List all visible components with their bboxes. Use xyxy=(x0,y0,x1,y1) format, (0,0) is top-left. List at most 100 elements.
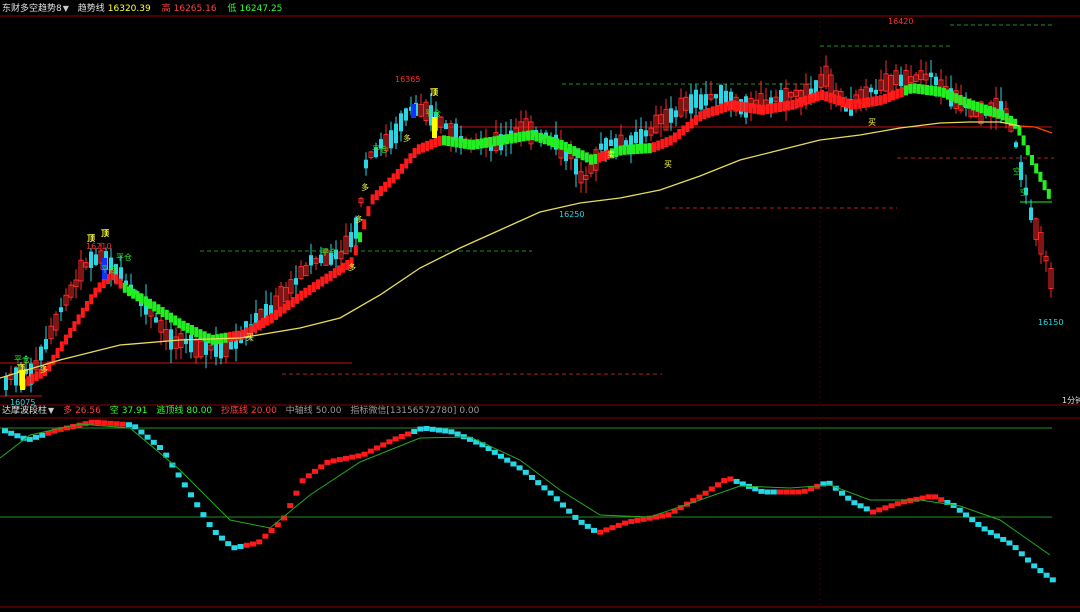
oscillator-bar xyxy=(256,539,263,545)
trend-step xyxy=(442,135,446,146)
oscillator-bar xyxy=(206,522,213,528)
trend-step xyxy=(925,85,929,95)
oscillator-bar xyxy=(76,422,83,428)
yellow-marker xyxy=(20,370,25,390)
oscillator-bar xyxy=(876,507,883,513)
trend-step xyxy=(484,137,488,148)
trend-step xyxy=(139,293,144,304)
candle-body xyxy=(714,94,718,99)
trend-step xyxy=(509,133,514,144)
oscillator-bar xyxy=(1006,540,1013,546)
oscillator-bar xyxy=(336,457,343,463)
oscillator-bar xyxy=(411,429,418,435)
trend-step xyxy=(983,104,988,115)
oscillator-bar xyxy=(566,508,573,514)
trend-step xyxy=(395,169,400,179)
trend-step xyxy=(967,98,971,109)
oscillator-bar xyxy=(857,503,864,509)
oscillator-bar xyxy=(194,502,201,508)
oscillator-bar xyxy=(436,427,442,433)
trend-step xyxy=(408,153,413,164)
trend-step xyxy=(26,376,31,387)
trend-step xyxy=(1038,171,1043,182)
trend-step xyxy=(475,139,480,150)
candle-body xyxy=(39,346,43,361)
trend-step xyxy=(152,301,157,312)
trend-step xyxy=(559,139,564,150)
oscillator-bar xyxy=(994,533,1000,539)
trend-step xyxy=(689,118,694,129)
trend-step xyxy=(131,288,136,299)
trend-step xyxy=(664,137,669,148)
signal-sell: 卖 xyxy=(607,150,615,159)
trend-step xyxy=(391,173,396,184)
trend-step xyxy=(358,232,362,243)
trend-step xyxy=(782,101,787,112)
oscillator-bar xyxy=(454,431,461,437)
trend-step xyxy=(160,307,165,318)
candle-body xyxy=(674,110,678,118)
signal-long: 多 xyxy=(355,214,363,224)
oscillator-bar xyxy=(913,496,920,502)
trading-chart-window: 东财多空趋势8▼ 趋势线 16320.39 高 16265.16 低 16247.25… xyxy=(0,0,1080,612)
oscillator-bar xyxy=(175,472,182,478)
trend-step xyxy=(1013,118,1018,129)
oscillator-bar xyxy=(609,525,616,531)
oscillator-bar xyxy=(318,464,325,470)
oscillator-bar xyxy=(181,482,188,488)
oscillator-bar xyxy=(584,523,591,529)
oscillator-bar xyxy=(708,486,715,492)
trend-step xyxy=(458,138,463,149)
oscillator-bar xyxy=(597,529,604,535)
oscillator-bar xyxy=(547,490,554,496)
trend-step xyxy=(933,86,938,97)
trend-step xyxy=(1030,155,1034,165)
oscillator-bar xyxy=(777,489,783,495)
period-label: 1分钟 xyxy=(1062,395,1080,405)
trend-step xyxy=(551,137,556,148)
oscillator-bar xyxy=(26,436,33,442)
trend-step xyxy=(992,107,997,118)
oscillator-bar xyxy=(312,468,318,474)
trend-step xyxy=(950,91,955,102)
oscillator-bar xyxy=(188,492,194,498)
oscillator-bar xyxy=(801,488,808,494)
trend-step xyxy=(652,142,656,153)
trend-step xyxy=(975,101,980,112)
chart-canvas[interactable]: 16420 16365 16210 16250 16150 16075 1分钟 … xyxy=(0,0,1080,612)
trend-step xyxy=(194,327,199,338)
trend-step xyxy=(853,99,858,110)
candle-body xyxy=(394,123,398,144)
oscillator-bar xyxy=(268,527,275,533)
oscillator-bar xyxy=(634,517,641,523)
oscillator-bar xyxy=(417,426,424,432)
trend-step xyxy=(778,102,782,112)
trend-step xyxy=(731,100,736,111)
oscillator-bar xyxy=(969,517,976,523)
oscillator-bar xyxy=(578,519,585,525)
oscillator-bar xyxy=(157,445,163,450)
trend-step xyxy=(400,163,404,174)
candle-body xyxy=(899,74,903,87)
oscillator-bar xyxy=(82,421,89,427)
trend-step xyxy=(702,109,707,120)
oscillator-bar xyxy=(516,465,523,471)
candle-body xyxy=(309,255,313,266)
trend-step xyxy=(370,194,375,205)
oscillator-bar xyxy=(33,434,39,440)
oscillator-bar xyxy=(987,529,994,535)
trend-step xyxy=(1034,163,1039,174)
candle-body xyxy=(154,317,158,323)
trend-step xyxy=(55,348,60,359)
oscillator-bar xyxy=(448,429,455,435)
trend-step xyxy=(727,100,732,111)
oscillator-bar xyxy=(553,496,560,502)
trend-step xyxy=(30,373,35,384)
oscillator-bar xyxy=(894,501,901,507)
oscillator-bar xyxy=(237,543,244,549)
trend-step xyxy=(521,131,526,142)
oscillator-bar xyxy=(119,421,126,427)
trend-step xyxy=(719,103,724,114)
trend-step xyxy=(899,87,904,98)
oscillator-bar xyxy=(1018,551,1025,557)
